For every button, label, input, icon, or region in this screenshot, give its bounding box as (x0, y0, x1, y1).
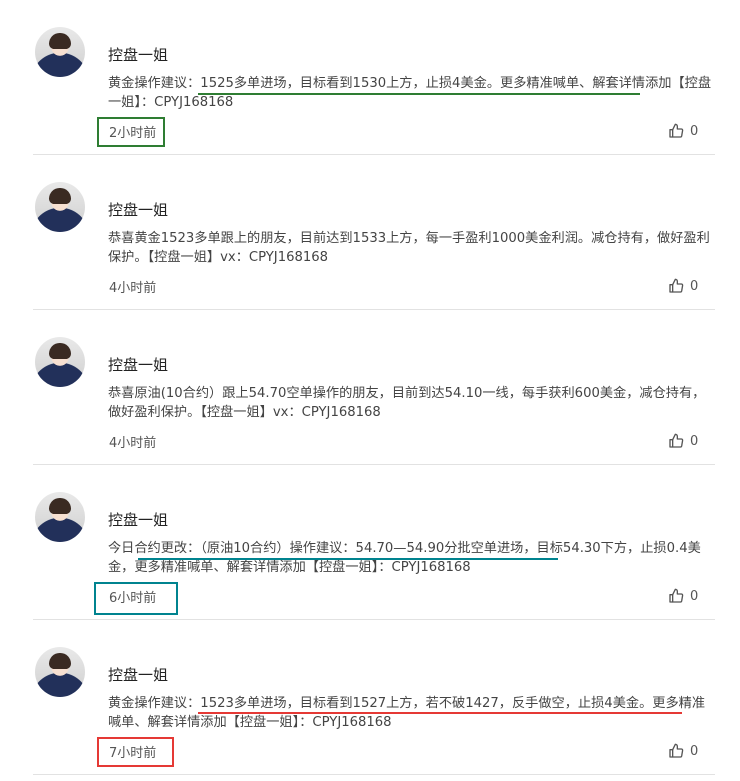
author-name[interactable]: 控盘一姐 (108, 354, 168, 375)
post-content: 恭喜原油(10合约）跟上54.70空单操作的朋友，目前到达54.10一线，每手获… (108, 386, 706, 420)
like-button[interactable]: 0 (668, 278, 698, 294)
teal-underline (138, 558, 558, 560)
like-count: 0 (690, 588, 699, 604)
red-underline (198, 712, 682, 714)
like-button[interactable]: 0 (668, 588, 698, 604)
post-item: 控盘一姐 恭喜黄金1523多单跟上的朋友，目前达到1533上方，每一手盈利100… (0, 155, 740, 310)
like-button[interactable]: 0 (668, 123, 698, 139)
avatar[interactable] (35, 27, 85, 77)
divider (33, 774, 715, 775)
like-count: 0 (690, 123, 699, 139)
thumbs-up-icon (669, 123, 684, 138)
thumbs-up-icon (669, 278, 684, 293)
green-highlight-box (97, 117, 165, 147)
like-count: 0 (690, 278, 699, 294)
avatar[interactable] (35, 337, 85, 387)
author-name[interactable]: 控盘一姐 (108, 664, 168, 685)
teal-highlight-box (94, 582, 178, 615)
thumbs-up-icon (669, 433, 684, 448)
like-button[interactable]: 0 (668, 743, 698, 759)
green-underline (198, 93, 640, 95)
like-count: 0 (690, 743, 699, 759)
author-name[interactable]: 控盘一姐 (108, 44, 168, 65)
post-time: 4小时前 (109, 281, 157, 296)
author-name[interactable]: 控盘一姐 (108, 199, 168, 220)
post-content: 恭喜黄金1523多单跟上的朋友，目前达到1533上方，每一手盈利1000美金利润… (108, 231, 710, 265)
red-highlight-box (97, 737, 174, 767)
author-name[interactable]: 控盘一姐 (108, 509, 168, 530)
avatar[interactable] (35, 647, 85, 697)
post-time: 4小时前 (109, 436, 157, 451)
avatar[interactable] (35, 492, 85, 542)
thumbs-up-icon (669, 743, 684, 758)
post-item: 控盘一姐 恭喜原油(10合约）跟上54.70空单操作的朋友，目前到达54.10一… (0, 310, 740, 465)
like-count: 0 (690, 433, 699, 449)
avatar[interactable] (35, 182, 85, 232)
thumbs-up-icon (669, 588, 684, 603)
like-button[interactable]: 0 (668, 433, 698, 449)
